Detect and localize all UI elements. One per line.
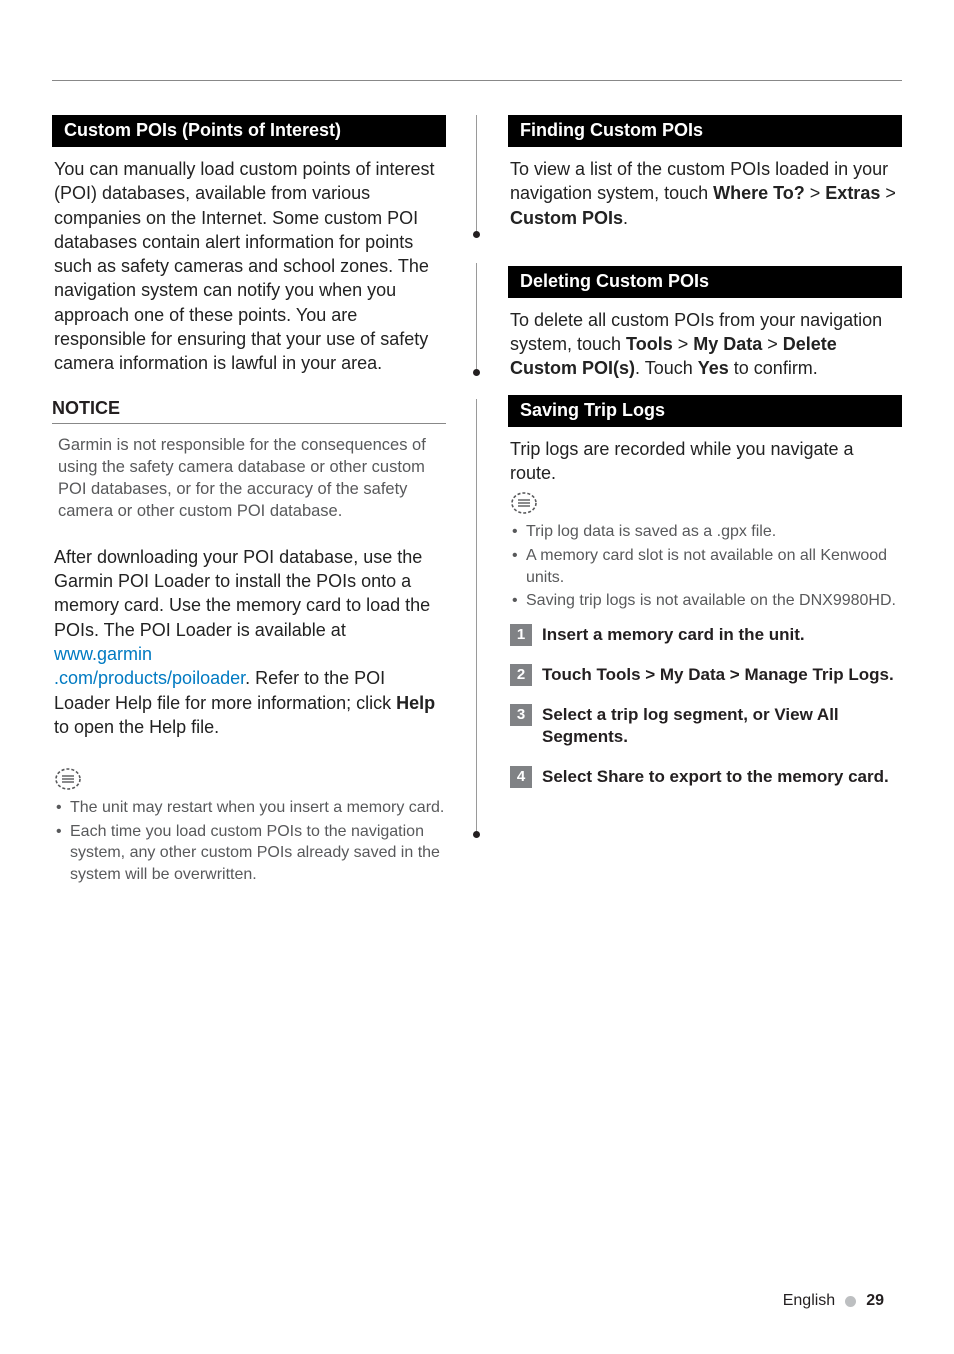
step-number: 3 [510, 704, 532, 726]
poi-loader-paragraph: After downloading your POI database, use… [52, 545, 446, 739]
heading-custom-pois: Custom POIs (Points of Interest) [52, 115, 446, 147]
finding-b3: Custom POIs [510, 208, 623, 228]
finding-b1: Where To? [713, 183, 805, 203]
custom-pois-intro: You can manually load custom points of i… [52, 157, 446, 376]
note-icon [54, 767, 446, 791]
list-item: The unit may restart when you insert a m… [56, 797, 446, 819]
note-icon [510, 491, 902, 515]
deleting-b2: My Data [693, 334, 762, 354]
list-item: Trip log data is saved as a .gpx file. [512, 521, 902, 543]
custom-poi-tips-list: The unit may restart when you insert a m… [52, 797, 446, 885]
finding-b2: Extras [825, 183, 880, 203]
footer-dot-icon [845, 1296, 856, 1307]
column-divider [476, 115, 478, 887]
step-item: 4 Select Share to export to the memory c… [510, 766, 902, 788]
step-text: Touch Tools > My Data > Manage Trip Logs… [542, 664, 902, 686]
page-footer: English 29 [783, 1292, 884, 1310]
two-column-layout: Custom POIs (Points of Interest) You can… [52, 115, 902, 887]
list-item: Saving trip logs is not available on the… [512, 590, 902, 612]
top-rule [52, 80, 902, 81]
deleting-b1: Tools [626, 334, 673, 354]
footer-language: English [783, 1292, 835, 1310]
step-number: 2 [510, 664, 532, 686]
after-end: to open the Help file. [54, 717, 219, 737]
right-column: Finding Custom POIs To view a list of th… [508, 115, 902, 887]
poi-loader-link-1[interactable]: www.garmin [54, 644, 152, 664]
step-number: 1 [510, 624, 532, 646]
notice-rule [52, 423, 446, 424]
heading-finding-pois: Finding Custom POIs [508, 115, 902, 147]
step-item: 1 Insert a memory card in the unit. [510, 624, 902, 646]
poi-loader-link-2[interactable]: .com/products/poiloader [54, 668, 245, 688]
step-number: 4 [510, 766, 532, 788]
list-item: Each time you load custom POIs to the na… [56, 821, 446, 886]
deleting-b4: Yes [698, 358, 729, 378]
step-text: Select Share to export to the memory car… [542, 766, 902, 788]
step-item: 3 Select a trip log segment, or View All… [510, 704, 902, 748]
notice-heading: NOTICE [52, 398, 446, 419]
step-item: 2 Touch Tools > My Data > Manage Trip Lo… [510, 664, 902, 686]
heading-deleting-pois: Deleting Custom POIs [508, 266, 902, 298]
deleting-pois-text: To delete all custom POIs from your navi… [508, 308, 902, 381]
page-content: Custom POIs (Points of Interest) You can… [0, 0, 954, 927]
trip-log-steps: 1 Insert a memory card in the unit. 2 To… [508, 624, 902, 788]
page-number: 29 [866, 1292, 884, 1310]
help-bold: Help [396, 693, 435, 713]
trip-log-notes-list: Trip log data is saved as a .gpx file. A… [508, 521, 902, 611]
saving-intro: Trip logs are recorded while you navigat… [508, 437, 902, 486]
finding-pois-text: To view a list of the custom POIs loaded… [508, 157, 902, 230]
heading-saving-trip-logs: Saving Trip Logs [508, 395, 902, 427]
left-column: Custom POIs (Points of Interest) You can… [52, 115, 446, 887]
step-text: Insert a memory card in the unit. [542, 624, 902, 646]
notice-text: Garmin is not responsible for the conseq… [52, 434, 446, 523]
step-text: Select a trip log segment, or View All S… [542, 704, 902, 748]
after-pre: After downloading your POI database, use… [54, 547, 430, 640]
list-item: A memory card slot is not available on a… [512, 545, 902, 588]
